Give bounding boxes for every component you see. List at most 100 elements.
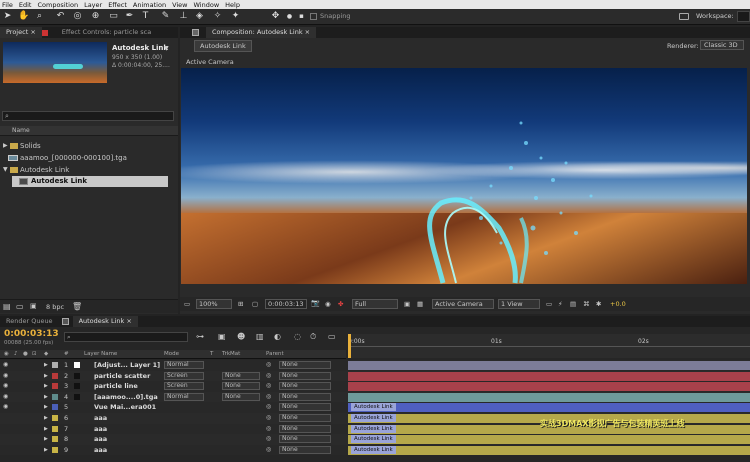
eye-icon[interactable]: ◉	[3, 360, 8, 370]
expand-arrow-icon[interactable]: ▶	[44, 445, 48, 455]
puppet-tool-icon[interactable]: ✦	[230, 11, 241, 22]
layer-row[interactable]: ◉ ▶ 5 Vue Mai...era001 ◎ None Autodesk Link	[0, 402, 750, 413]
tab-composition[interactable]: Composition: Autodesk Link ×	[206, 27, 317, 38]
layer-duration-bar[interactable]	[348, 382, 750, 392]
time-ruler[interactable]: 0:00s 01s 02s	[348, 334, 750, 358]
label-color-swatch[interactable]	[52, 372, 58, 379]
zoom-tool-icon[interactable]: ⌕	[34, 11, 45, 22]
menu-item-edit[interactable]: Edit	[19, 1, 32, 9]
eye-icon[interactable]: ◉	[3, 381, 8, 391]
menu-item-view[interactable]: View	[172, 1, 187, 9]
pickwhip-icon[interactable]: ◎	[266, 434, 271, 444]
hand-tool-icon[interactable]: ✋	[18, 11, 29, 22]
selection-tool-icon[interactable]: ➤	[2, 11, 13, 22]
current-time-display[interactable]: 0:00:03:13	[265, 299, 307, 309]
snapping-checkbox[interactable]	[310, 13, 317, 20]
snapshot-icon[interactable]: 📷	[311, 299, 320, 307]
menu-item-layer[interactable]: Layer	[84, 1, 102, 9]
menu-item-help[interactable]: Help	[225, 1, 240, 9]
label-color-swatch[interactable]	[52, 362, 58, 368]
zoom-dropdown[interactable]: 100%	[196, 299, 232, 309]
view-dropdown[interactable]: Active Camera	[432, 299, 494, 309]
draft-3d-icon[interactable]: ▣	[218, 332, 226, 341]
layer-duration-bar[interactable]	[348, 361, 750, 370]
parent-dropdown[interactable]: None	[279, 371, 331, 380]
motion-blur-icon[interactable]: ◐	[274, 332, 281, 341]
workspace-dropdown[interactable]	[737, 11, 750, 22]
world-axis-icon[interactable]: ●	[284, 11, 295, 22]
tab-effect-controls[interactable]: Effect Controls: particle sca	[56, 27, 157, 38]
layer-duration-bar[interactable]	[348, 392, 750, 402]
layer-name[interactable]: Vue Mai...era001	[94, 402, 164, 412]
menu-item-file[interactable]: File	[2, 1, 13, 9]
toggle-pixel-icon[interactable]: ▭	[546, 300, 552, 308]
layer-duration-bar[interactable]: Autodesk Link	[348, 445, 750, 455]
expand-arrow-icon[interactable]: ▶	[44, 424, 48, 434]
parent-dropdown[interactable]: None	[279, 414, 331, 422]
layer-row[interactable]: ◉ ▶ 3 particle line Screen None ◎ None	[0, 381, 750, 392]
project-search-input[interactable]: ⌕	[2, 111, 174, 121]
project-item-comp[interactable]: Autodesk Link	[12, 176, 168, 187]
parent-dropdown[interactable]: None	[279, 361, 331, 369]
project-item-folder[interactable]: ▼ Autodesk Link	[0, 165, 170, 175]
comp-nav-button[interactable]: Autodesk Link	[194, 40, 252, 52]
mask-visibility-icon[interactable]: ▢	[252, 300, 258, 308]
project-item-solids[interactable]: ▶ Solids	[0, 141, 170, 151]
layer-name[interactable]: [Adjust... Layer 1]	[94, 360, 164, 370]
new-comp-icon[interactable]: ▣	[30, 302, 37, 310]
menu-item-composition[interactable]: Composition	[37, 1, 78, 9]
graph-editor-icon[interactable]: ◌	[294, 332, 301, 341]
mode-dropdown[interactable]: Normal	[164, 361, 204, 369]
tab-project[interactable]: Project ×	[0, 27, 42, 38]
eraser-tool-icon[interactable]: ◈	[194, 11, 205, 22]
expand-arrow-icon[interactable]: ▶	[44, 360, 48, 370]
resolution-dropdown[interactable]: Full	[352, 299, 398, 309]
pickwhip-icon[interactable]: ◎	[266, 392, 271, 402]
timeline-current-time[interactable]: 0:00:03:13	[4, 329, 59, 339]
comp-mini-flowchart-icon[interactable]: ⊶	[196, 332, 204, 341]
view-layout-dropdown[interactable]: 1 View	[498, 299, 540, 309]
label-color-swatch[interactable]	[52, 425, 58, 432]
label-color-swatch[interactable]	[52, 436, 58, 443]
pickwhip-icon[interactable]: ◎	[266, 424, 271, 434]
mode-dropdown[interactable]: Screen	[164, 371, 204, 380]
timeline-icon[interactable]: ▤	[570, 300, 576, 308]
renderer-dropdown[interactable]: Classic 3D	[700, 40, 744, 50]
eye-icon[interactable]: ◉	[3, 392, 8, 402]
keyframe-navigator-icon[interactable]: ▭	[328, 332, 336, 341]
layer-row[interactable]: ◉ ▶ 4 [aaamoo....0].tga Normal None ◎ None	[0, 391, 750, 403]
lock-icon[interactable]	[192, 29, 199, 36]
exposure-value[interactable]: +0.0	[610, 300, 626, 308]
parent-dropdown[interactable]: None	[279, 424, 331, 433]
layer-name[interactable]: aaa	[94, 413, 164, 423]
layer-row[interactable]: ◉ ▶ 1 [Adjust... Layer 1] Normal ◎ None	[0, 360, 750, 371]
chevron-down-icon[interactable]: ▼	[164, 45, 169, 52]
expand-arrow-icon[interactable]: ▶	[3, 142, 8, 149]
parent-dropdown[interactable]: None	[279, 403, 331, 412]
trkmat-dropdown[interactable]: None	[222, 392, 260, 401]
label-color-swatch[interactable]	[52, 415, 58, 421]
layer-duration-bar[interactable]: Autodesk Link	[348, 403, 750, 413]
expand-arrow-icon[interactable]: ▼	[3, 166, 8, 173]
fast-preview-icon[interactable]: ⚡	[558, 300, 563, 308]
tab-timeline-comp[interactable]: Autodesk Link ×	[72, 316, 138, 327]
layer-name[interactable]: particle scatter	[94, 371, 164, 381]
layer-name[interactable]: aaa	[94, 445, 164, 455]
expand-arrow-icon[interactable]: ▶	[44, 413, 48, 423]
trash-icon[interactable]: 🗑	[72, 302, 82, 311]
roto-brush-tool-icon[interactable]: ✧	[212, 11, 223, 22]
layer-name[interactable]: particle line	[94, 381, 164, 391]
workspace-icon[interactable]	[679, 13, 689, 20]
frame-blending-icon[interactable]: ▥	[256, 332, 264, 341]
new-folder-icon[interactable]: ▭	[16, 302, 24, 311]
layer-name[interactable]: [aaamoo....0].tga	[94, 392, 164, 402]
trkmat-dropdown[interactable]: None	[222, 371, 260, 380]
interpret-footage-icon[interactable]: ▤	[3, 302, 11, 311]
timeline-search-input[interactable]: ⌕	[64, 332, 188, 342]
label-color-swatch[interactable]	[52, 393, 58, 400]
menu-item-window[interactable]: Window	[194, 1, 220, 9]
channel-icon[interactable]: ✤	[338, 300, 343, 308]
parent-dropdown[interactable]: None	[279, 435, 331, 444]
rotate-tool-icon[interactable]: ↶	[55, 11, 66, 22]
eye-icon[interactable]: ◉	[3, 371, 8, 381]
